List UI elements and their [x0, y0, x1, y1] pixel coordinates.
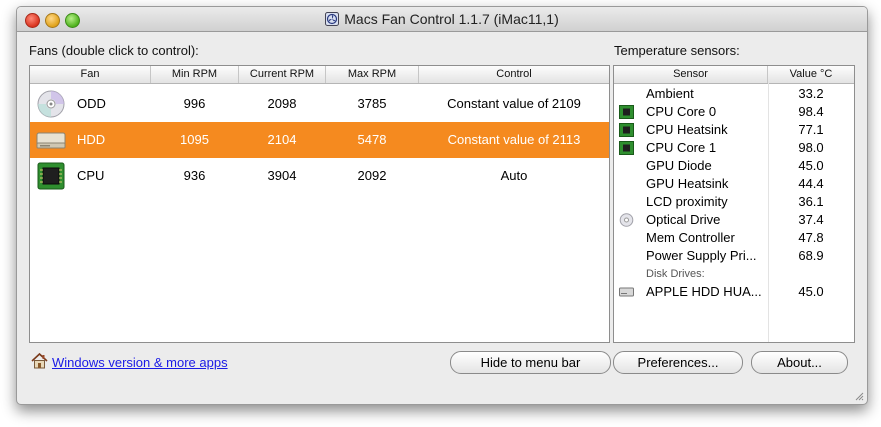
sensor-row-cpu-heatsink[interactable]: CPU Heatsink 77.1	[614, 121, 854, 139]
fan-control-mode: Auto	[500, 168, 528, 183]
sensor-row-gpu-diode[interactable]: GPU Diode 45.0	[614, 157, 854, 175]
column-header-fan[interactable]: Fan	[30, 66, 151, 83]
sensor-name: Power Supply Pri...	[646, 248, 757, 263]
fan-name: HDD	[77, 132, 106, 147]
fan-current-rpm: 2098	[267, 96, 297, 111]
sensor-value: 44.4	[798, 176, 824, 191]
sensor-value: 37.4	[798, 212, 824, 227]
fans-section-label: Fans (double click to control):	[29, 43, 199, 58]
fans-table-header: Fan Min RPM Current RPM Max RPM Control	[30, 66, 609, 84]
app-window: Macs Fan Control 1.1.7 (iMac11,1) Fans (…	[16, 6, 868, 405]
hide-to-menu-bar-button[interactable]: Hide to menu bar	[450, 351, 611, 374]
cpu-chip-icon	[619, 141, 634, 155]
sensor-name: APPLE HDD HUA...	[646, 284, 762, 299]
optical-disc-icon	[37, 90, 65, 118]
home-icon[interactable]	[31, 352, 48, 369]
sensor-name: CPU Core 1	[646, 140, 717, 155]
column-header-value[interactable]: Value °C	[768, 66, 854, 83]
windows-version-link[interactable]: Windows version & more apps	[52, 355, 228, 370]
sensors-table[interactable]: Sensor Value °C Ambient 33.2 CPU Core 0 …	[613, 65, 855, 343]
column-header-control[interactable]: Control	[419, 66, 609, 83]
hard-drive-icon	[36, 132, 66, 149]
sensor-row-mem-controller[interactable]: Mem Controller 47.8	[614, 229, 854, 247]
sensor-row-lcd-proximity[interactable]: LCD proximity 36.1	[614, 193, 854, 211]
sensors-section-label: Temperature sensors:	[614, 43, 740, 58]
fans-table[interactable]: Fan Min RPM Current RPM Max RPM Control …	[29, 65, 610, 343]
fan-current-rpm: 2104	[267, 132, 297, 147]
sensor-value: 36.1	[798, 194, 824, 209]
sensor-value: 68.9	[798, 248, 824, 263]
sensor-name: CPU Heatsink	[646, 122, 728, 137]
fan-name: CPU	[77, 168, 105, 183]
fan-max-rpm: 2092	[357, 168, 387, 183]
window-title: Macs Fan Control 1.1.7 (iMac11,1)	[17, 11, 867, 27]
fan-min-rpm: 996	[183, 96, 206, 111]
title-bar[interactable]: Macs Fan Control 1.1.7 (iMac11,1)	[17, 7, 867, 32]
optical-disc-icon	[619, 213, 634, 227]
sensor-row-cpu-core-1[interactable]: CPU Core 1 98.0	[614, 139, 854, 157]
fan-row-odd[interactable]: ODD 996 2098 3785 Constant value of 2109	[30, 86, 609, 122]
sensors-table-header: Sensor Value °C	[614, 66, 854, 84]
sensor-value: 47.8	[798, 230, 824, 245]
resize-grip-icon[interactable]	[854, 391, 864, 401]
sensor-name: Mem Controller	[646, 230, 735, 245]
fan-row-hdd[interactable]: HDD 1095 2104 5478 Constant value of 211…	[30, 122, 609, 158]
fan-current-rpm: 3904	[267, 168, 297, 183]
sensor-name: GPU Heatsink	[646, 176, 729, 191]
sensor-value: 98.0	[798, 140, 824, 155]
sensor-value: 45.0	[798, 284, 824, 299]
sensor-row-gpu-heatsink[interactable]: GPU Heatsink 44.4	[614, 175, 854, 193]
fan-control-mode: Constant value of 2113	[447, 132, 581, 147]
sensor-name: GPU Diode	[646, 158, 712, 173]
sensor-name: Optical Drive	[646, 212, 721, 227]
column-header-max-rpm[interactable]: Max RPM	[326, 66, 419, 83]
fan-control-mode: Constant value of 2109	[447, 96, 581, 111]
sensor-value: 33.2	[798, 86, 824, 101]
cpu-chip-icon	[619, 123, 634, 137]
column-header-sensor[interactable]: Sensor	[614, 66, 768, 83]
sensor-row-optical-drive[interactable]: Optical Drive 37.4	[614, 211, 854, 229]
sensor-value: 77.1	[798, 122, 824, 137]
fan-max-rpm: 3785	[357, 96, 387, 111]
sensor-name: LCD proximity	[646, 194, 728, 209]
sensor-row-ambient[interactable]: Ambient 33.2	[614, 85, 854, 103]
sensor-value: 45.0	[798, 158, 824, 173]
fan-min-rpm: 936	[183, 168, 206, 183]
cpu-chip-icon	[619, 105, 634, 119]
column-header-min-rpm[interactable]: Min RPM	[151, 66, 239, 83]
sensor-row-cpu-core-0[interactable]: CPU Core 0 98.4	[614, 103, 854, 121]
fan-min-rpm: 1095	[180, 132, 209, 147]
sensor-value: 98.4	[798, 104, 824, 119]
sensor-name: CPU Core 0	[646, 104, 717, 119]
fan-row-cpu[interactable]: CPU 936 3904 2092 Auto	[30, 158, 609, 194]
sensor-name: Ambient	[646, 86, 694, 101]
about-button[interactable]: About...	[751, 351, 848, 374]
cpu-chip-icon	[37, 162, 65, 190]
hard-drive-icon	[619, 287, 634, 297]
fan-max-rpm: 5478	[357, 132, 387, 147]
fan-name: ODD	[77, 96, 106, 111]
sensor-row-power-supply[interactable]: Power Supply Pri... 68.9	[614, 247, 854, 265]
column-header-current-rpm[interactable]: Current RPM	[239, 66, 326, 83]
fan-app-icon	[325, 12, 340, 26]
disk-drives-group-label: Disk Drives:	[646, 268, 705, 280]
preferences-button[interactable]: Preferences...	[613, 351, 743, 374]
sensor-row-disk[interactable]: APPLE HDD HUA... 45.0	[614, 283, 854, 301]
